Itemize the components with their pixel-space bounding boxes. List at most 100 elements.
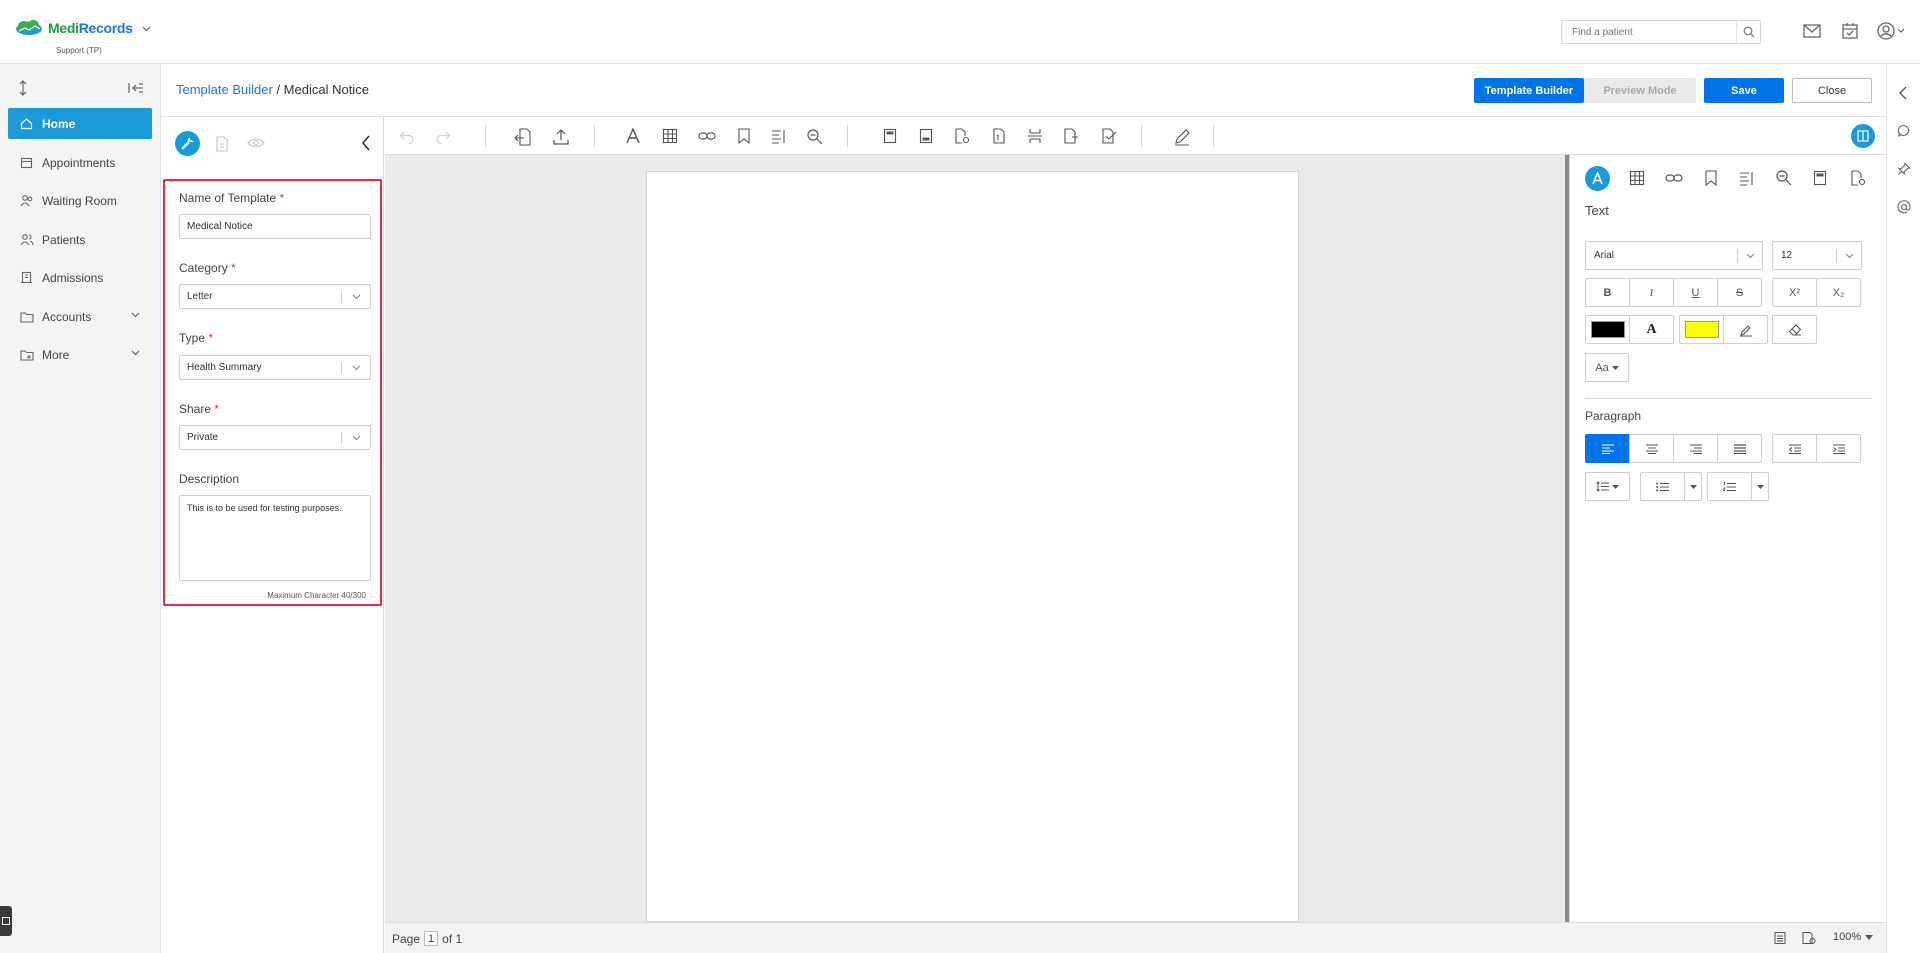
sidebar-item-admissions[interactable]: Admissions <box>8 262 152 293</box>
sidebar-item-label: Waiting Room <box>42 193 117 208</box>
chevron-left-icon[interactable] <box>1897 86 1909 100</box>
text-format-icon[interactable] <box>625 128 641 144</box>
tab-settings[interactable] <box>175 131 200 156</box>
merge-field-icon[interactable] <box>1101 128 1117 144</box>
save-button[interactable]: Save <box>1704 78 1784 103</box>
footer-icon[interactable] <box>919 128 933 144</box>
change-case-button[interactable]: Aa <box>1585 353 1629 382</box>
calendar-check-icon[interactable] <box>1840 21 1860 41</box>
share-select[interactable]: Private <box>179 425 371 450</box>
patient-search[interactable] <box>1561 20 1761 44</box>
user-account-icon[interactable] <box>1876 21 1906 41</box>
import-document-icon[interactable] <box>514 128 532 146</box>
tab-toc-icon[interactable] <box>1739 170 1755 186</box>
comment-icon[interactable] <box>1897 124 1911 138</box>
align-justify-button[interactable] <box>1717 434 1762 463</box>
bookmark-icon[interactable] <box>737 128 751 144</box>
clear-formatting-eraser-icon[interactable] <box>1772 315 1817 344</box>
redo-icon[interactable] <box>435 128 451 144</box>
underline-button[interactable]: U <box>1673 278 1718 307</box>
sidebar-item-accounts[interactable]: Accounts <box>8 301 152 332</box>
numbered-list-button[interactable] <box>1707 472 1752 501</box>
page-number-icon[interactable] <box>992 128 1006 144</box>
preview-mode-button[interactable]: Preview Mode <box>1584 78 1696 103</box>
print-layout-icon[interactable] <box>1773 931 1787 945</box>
pin-icon[interactable] <box>1897 162 1911 176</box>
font-size-select[interactable]: 12 <box>1772 241 1862 270</box>
zoom-select[interactable]: 100% <box>1833 931 1874 943</box>
sidebar-item-waiting-room[interactable]: Waiting Room <box>8 185 152 216</box>
collapse-panel-chevron-left-icon[interactable] <box>361 135 371 151</box>
upload-icon[interactable] <box>552 128 570 146</box>
org-dropdown-chevron-icon[interactable] <box>142 26 151 32</box>
document-page[interactable] <box>646 171 1299 922</box>
text-color-button[interactable] <box>1585 315 1630 344</box>
tab-page-settings-icon[interactable] <box>1850 170 1866 186</box>
link-icon[interactable] <box>698 128 716 144</box>
bold-button[interactable]: B <box>1585 278 1630 307</box>
tab-link-icon[interactable] <box>1665 170 1683 186</box>
toggle-format-panel-button[interactable] <box>1851 124 1875 148</box>
page-number-input[interactable]: 1 <box>424 931 439 946</box>
type-select[interactable]: Health Summary <box>179 355 371 380</box>
highlight-color-button[interactable] <box>1679 315 1724 344</box>
align-right-button[interactable] <box>1673 434 1718 463</box>
text-color-group: A <box>1585 315 1674 344</box>
font-family-select[interactable]: Arial <box>1585 241 1763 270</box>
sidebar-item-home[interactable]: Home <box>8 108 152 139</box>
tab-preview-eye-icon[interactable] <box>247 137 265 149</box>
resize-vertical-icon[interactable] <box>16 80 30 96</box>
breadcrumb-parent-link[interactable]: Template Builder <box>176 82 273 97</box>
subscript-button[interactable]: X₂ <box>1816 278 1861 307</box>
find-replace-icon[interactable] <box>806 128 824 146</box>
tab-header-icon[interactable] <box>1813 170 1827 186</box>
tab-text-format[interactable] <box>1585 166 1610 191</box>
floating-tab-handle[interactable] <box>0 906 12 936</box>
table-of-contents-icon[interactable] <box>771 128 787 144</box>
bullet-list-button[interactable] <box>1640 472 1685 501</box>
sidebar-item-appointments[interactable]: Appointments <box>8 147 152 178</box>
web-layout-icon[interactable] <box>1801 931 1817 945</box>
search-icon[interactable] <box>1736 21 1760 43</box>
sidebar-item-more[interactable]: More <box>8 339 152 370</box>
collapse-sidebar-icon[interactable] <box>128 82 144 94</box>
template-name-field[interactable]: Medical Notice <box>179 214 371 239</box>
bullet-list-dropdown[interactable] <box>1684 472 1702 501</box>
patient-search-input[interactable] <box>1562 21 1738 43</box>
align-left-button[interactable] <box>1585 434 1630 463</box>
close-button[interactable]: Close <box>1792 78 1872 103</box>
page-break-icon[interactable] <box>1027 128 1043 144</box>
template-builder-button[interactable]: Template Builder <box>1474 78 1584 103</box>
decrease-indent-button[interactable] <box>1772 434 1817 463</box>
brand-name: MediRecords <box>48 20 133 36</box>
app-logo[interactable]: MediRecords <box>14 20 133 36</box>
tab-find-icon[interactable] <box>1775 169 1793 187</box>
tab-bookmark-icon[interactable] <box>1704 170 1718 186</box>
font-color-a-icon[interactable]: A <box>1629 315 1674 344</box>
sidebar-item-patients[interactable]: Patients <box>8 224 152 255</box>
highlighter-icon[interactable] <box>1723 315 1768 344</box>
category-select[interactable]: Letter <box>179 284 371 309</box>
insert-field-icon[interactable] <box>1063 128 1079 144</box>
numbered-list-dropdown[interactable] <box>1751 472 1769 501</box>
mail-icon[interactable] <box>1802 21 1822 41</box>
strikethrough-button[interactable]: S <box>1717 278 1762 307</box>
tab-table-icon[interactable] <box>1629 170 1645 186</box>
increase-indent-button[interactable] <box>1816 434 1861 463</box>
signature-pen-icon[interactable] <box>1173 128 1191 146</box>
superscript-button[interactable]: X² <box>1772 278 1817 307</box>
caret-down-icon <box>1689 484 1697 489</box>
italic-button[interactable]: I <box>1629 278 1674 307</box>
description-textarea[interactable]: This is to be used for testing purposes. <box>179 495 371 581</box>
header-icon[interactable] <box>883 128 897 144</box>
home-icon <box>20 117 34 130</box>
align-center-button[interactable] <box>1629 434 1674 463</box>
sidebar-item-label: Patients <box>42 232 86 247</box>
tab-document-icon[interactable] <box>215 136 229 152</box>
undo-icon[interactable] <box>399 128 415 144</box>
line-spacing-button[interactable] <box>1585 472 1630 501</box>
page-settings-icon[interactable] <box>954 128 970 144</box>
table-icon[interactable] <box>662 128 678 144</box>
indent-icon <box>1832 444 1845 454</box>
at-sign-icon[interactable] <box>1897 200 1911 214</box>
